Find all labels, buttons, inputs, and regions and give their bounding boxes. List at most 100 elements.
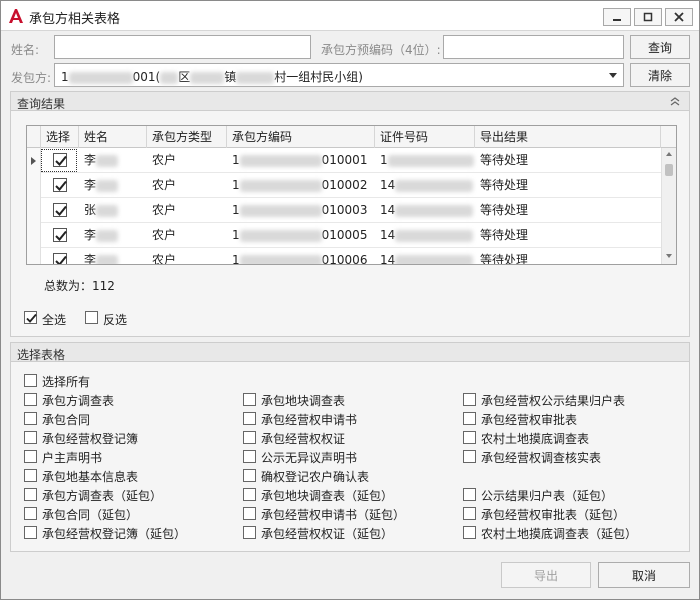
title-bar[interactable]: 承包方相关表格	[1, 1, 699, 31]
table-option-label[interactable]: 承包经营权权证（延包）	[261, 525, 393, 542]
table-option-checkbox[interactable]	[463, 488, 476, 501]
table-option-label[interactable]: 确权登记农户确认表	[261, 468, 369, 485]
table-option-checkbox[interactable]	[24, 469, 37, 482]
clear-button[interactable]: 清除	[630, 63, 690, 87]
table-option-label[interactable]: 农村土地摸底调查表（延包）	[481, 525, 637, 542]
table-option-checkbox[interactable]	[24, 450, 37, 463]
table-option-label[interactable]: 承包方调查表（延包）	[42, 487, 162, 504]
table-option-checkbox[interactable]	[243, 488, 256, 501]
column-header-id[interactable]: 证件号码	[375, 126, 475, 148]
cell-type: 农户	[152, 153, 177, 167]
table-option-checkbox[interactable]	[463, 431, 476, 444]
table-option-label[interactable]: 公示结果归户表（延包）	[481, 487, 613, 504]
scrollbar-thumb[interactable]	[665, 164, 673, 176]
table-option-checkbox[interactable]	[463, 393, 476, 406]
current-row-indicator-icon	[31, 157, 36, 165]
invert-selection-label[interactable]: 反选	[103, 311, 127, 328]
table-option-label[interactable]: 承包地块调查表（延包）	[261, 487, 393, 504]
cancel-button[interactable]: 取消	[598, 562, 690, 588]
table-option-label[interactable]: 承包地块调查表	[261, 392, 345, 409]
code-input[interactable]	[443, 35, 624, 59]
column-header-code[interactable]: 承包方编码	[227, 126, 375, 148]
row-select-checkbox[interactable]	[53, 153, 67, 167]
table-option-label[interactable]: 户主声明书	[42, 449, 102, 466]
cell-id: 14	[375, 248, 474, 264]
results-group-header[interactable]: 查询结果	[10, 91, 690, 111]
table-option-label[interactable]: 农村土地摸底调查表	[481, 430, 589, 447]
table-option-checkbox[interactable]	[243, 431, 256, 444]
table-option-checkbox[interactable]	[243, 393, 256, 406]
close-button[interactable]	[665, 8, 693, 26]
total-count-value: 112	[92, 279, 115, 293]
minimize-button[interactable]	[603, 8, 631, 26]
table-option-checkbox[interactable]	[24, 431, 37, 444]
select-all-checkbox[interactable]	[24, 311, 37, 324]
tables-group-header[interactable]: 选择表格	[10, 342, 690, 362]
table-option-label[interactable]: 承包经营权登记簿	[42, 430, 138, 447]
select-all-tables-label[interactable]: 选择所有	[42, 373, 90, 390]
table-option-checkbox[interactable]	[463, 507, 476, 520]
column-header-type[interactable]: 承包方类型	[147, 126, 227, 148]
scroll-down-icon[interactable]	[666, 254, 672, 258]
table-option-label[interactable]: 承包经营权登记簿（延包）	[42, 525, 186, 542]
table-row[interactable]: 李 农户 1 010006 14 等待处理	[27, 248, 661, 265]
row-select-checkbox[interactable]	[53, 178, 67, 192]
table-option-label[interactable]: 承包经营权公示结果归户表	[481, 392, 625, 409]
table-row[interactable]: 李 农户 1 010005 14 等待处理	[27, 223, 661, 248]
chevron-down-icon	[609, 73, 617, 78]
invert-selection-checkbox[interactable]	[85, 311, 98, 324]
table-option-checkbox[interactable]	[463, 450, 476, 463]
results-table: 选择 姓名 承包方类型 承包方编码 证件号码 导出结果 李 农户 1 010001…	[26, 125, 677, 265]
table-option-label[interactable]: 承包经营权调查核实表	[481, 449, 601, 466]
maximize-button[interactable]	[634, 8, 662, 26]
table-option-label[interactable]: 承包合同	[42, 411, 90, 428]
query-button[interactable]: 查询	[630, 35, 690, 59]
issuer-select[interactable]: 1 001(区镇村一组村民小组)	[54, 63, 624, 87]
close-icon	[674, 12, 684, 22]
table-option-label[interactable]: 承包经营权审批表	[481, 411, 577, 428]
table-option-label[interactable]: 承包合同（延包）	[42, 506, 138, 523]
checkmark-icon	[55, 180, 67, 191]
table-row[interactable]: 李 农户 1 010002 14 等待处理	[27, 173, 661, 198]
cell-code: 1 010006	[232, 253, 368, 265]
row-select-checkbox[interactable]	[53, 253, 67, 264]
cell-export-status: 等待处理	[480, 153, 529, 167]
row-select-checkbox[interactable]	[53, 203, 67, 217]
column-header-export-result[interactable]: 导出结果	[475, 126, 661, 148]
table-vertical-scrollbar[interactable]	[661, 148, 676, 264]
table-option-checkbox[interactable]	[24, 526, 37, 539]
table-option-label[interactable]: 承包经营权审批表（延包）	[481, 506, 625, 523]
name-input[interactable]	[54, 35, 311, 59]
table-header: 选择 姓名 承包方类型 承包方编码 证件号码 导出结果	[27, 126, 676, 148]
scroll-up-icon[interactable]	[666, 152, 672, 156]
cell-code: 1 010002	[232, 178, 368, 192]
table-option-checkbox[interactable]	[24, 412, 37, 425]
table-option-checkbox[interactable]	[24, 488, 37, 501]
table-option-checkbox[interactable]	[243, 412, 256, 425]
table-option-label[interactable]: 承包方调查表	[42, 392, 114, 409]
table-option-label[interactable]: 承包经营权申请书	[261, 411, 357, 428]
column-header-select[interactable]: 选择	[41, 126, 79, 148]
table-row[interactable]: 张 农户 1 010003 14 等待处理	[27, 198, 661, 223]
table-option-checkbox[interactable]	[243, 526, 256, 539]
table-option-label[interactable]: 承包经营权申请书（延包）	[261, 506, 405, 523]
table-option-checkbox[interactable]	[243, 450, 256, 463]
table-option-checkbox[interactable]	[24, 507, 37, 520]
row-select-checkbox[interactable]	[53, 228, 67, 242]
table-option-checkbox[interactable]	[243, 507, 256, 520]
select-all-tables-checkbox[interactable]	[24, 374, 37, 387]
column-header-name[interactable]: 姓名	[79, 126, 147, 148]
table-option-checkbox[interactable]	[24, 393, 37, 406]
table-option-label[interactable]: 承包经营权权证	[261, 430, 345, 447]
table-option-label[interactable]: 公示无异议声明书	[261, 449, 357, 466]
export-button[interactable]: 导出	[501, 562, 591, 588]
cell-code: 1 010003	[232, 203, 368, 217]
table-option-label[interactable]: 承包地基本信息表	[42, 468, 138, 485]
cell-name: 李	[79, 223, 119, 248]
table-option-checkbox[interactable]	[243, 469, 256, 482]
table-option-checkbox[interactable]	[463, 412, 476, 425]
issuer-selected-value: 1 001(区镇村一组村民小组)	[61, 70, 363, 84]
table-option-checkbox[interactable]	[463, 526, 476, 539]
select-all-label[interactable]: 全选	[42, 311, 66, 328]
table-row[interactable]: 李 农户 1 010001 1 等待处理	[27, 148, 661, 173]
